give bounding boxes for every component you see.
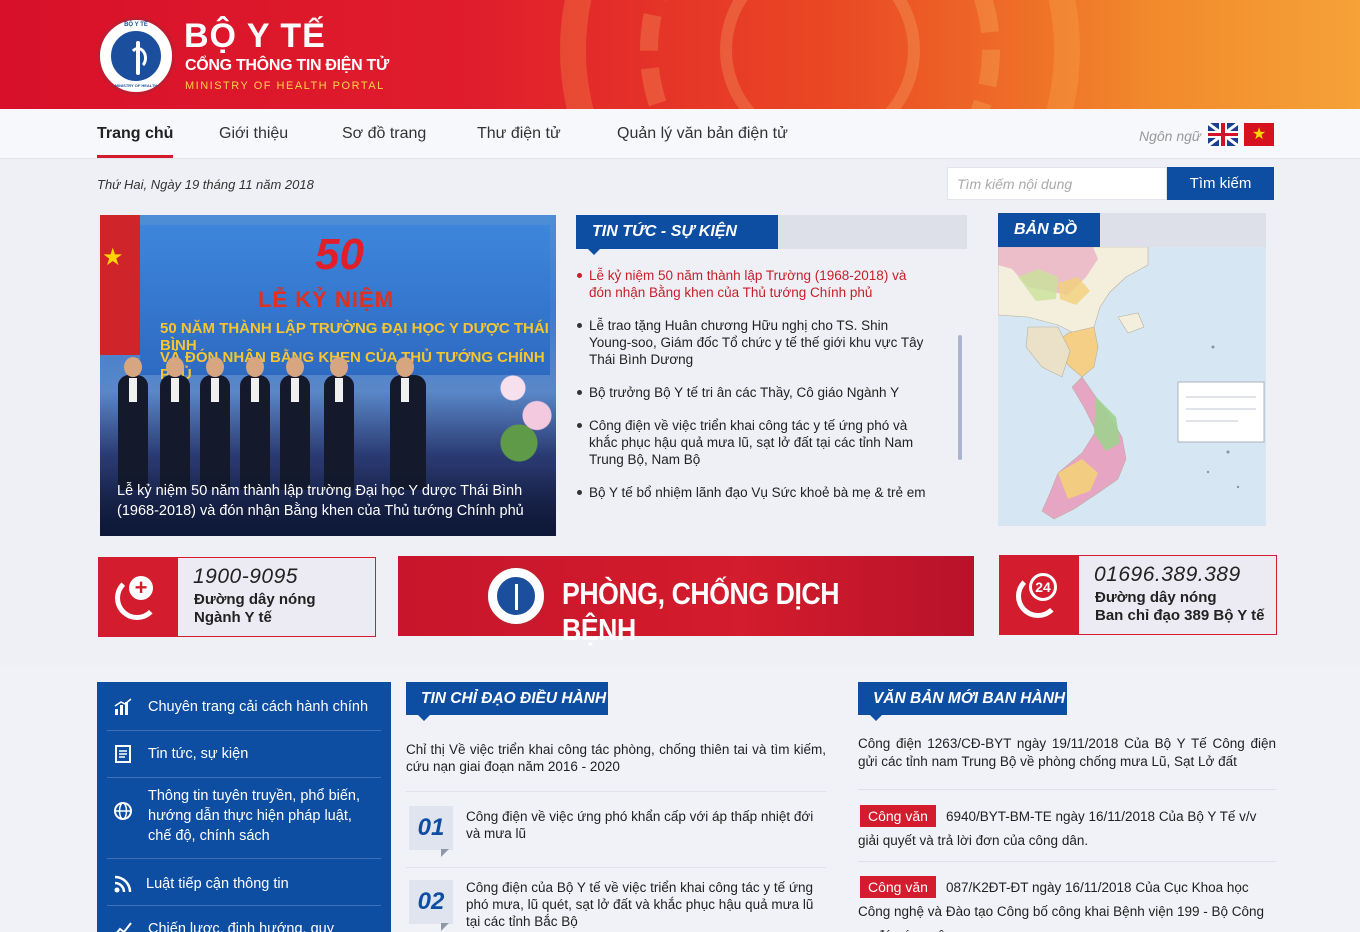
ministry-logo[interactable]: BỘ Y TẾ MINISTRY OF HEALTH — [97, 17, 175, 95]
news-list: Lễ kỷ niệm 50 năm thành lập Trường (1968… — [576, 267, 926, 517]
search-input[interactable] — [947, 167, 1167, 200]
hotline-sublabel: Ngành Y tế — [194, 609, 272, 626]
hotline-number: 01696.389.389 — [1094, 563, 1241, 586]
hotline-number: 1900-9095 — [193, 565, 298, 588]
divider — [858, 789, 1276, 790]
document-item[interactable]: Công văn 6940/BYT-BM-TE ngày 16/11/2018 C… — [858, 805, 1276, 853]
hotline-label: Đường dây nóng — [194, 591, 316, 608]
side-item-label: Luật tiếp cận thông tin — [146, 876, 289, 892]
globe-icon — [113, 801, 133, 821]
side-item-admin-reform[interactable]: Chuyên trang cải cách hành chính — [107, 697, 381, 731]
rss-icon — [113, 874, 133, 894]
news-item[interactable]: Lễ trao tặng Huân chương Hữu nghị cho TS… — [576, 317, 926, 368]
nav-item-sitemap[interactable]: Sơ đồ trang — [342, 125, 426, 143]
directive-lead[interactable]: Chỉ thị Về việc triển khai công tác phòn… — [406, 741, 826, 775]
directive-item[interactable]: Công điện về việc ứng phó khẩn cấp với á… — [466, 808, 818, 842]
chart-icon — [113, 919, 133, 932]
nav-item-email[interactable]: Thư điện tử — [477, 125, 561, 143]
hotline-health-banner[interactable]: + 1900-9095 Đường dây nóng Ngành Y tế — [98, 557, 376, 637]
flower-arrangement — [495, 355, 555, 465]
24h-phone-icon: 24 — [1000, 556, 1079, 634]
language-label: Ngôn ngữ — [1139, 128, 1201, 144]
document-lead[interactable]: Công điện 1263/CĐ-BYT ngày 19/11/2018 Củ… — [858, 735, 1276, 771]
document-item[interactable]: Công văn 087/K2ĐT-ĐT ngày 16/11/2018 Của … — [858, 876, 1276, 932]
national-flag: ★ — [100, 215, 140, 355]
epidemic-banner-text: PHÒNG, CHỐNG DỊCH BỆNH — [562, 576, 840, 647]
news-scrollbar[interactable] — [958, 335, 962, 460]
site-subtitle: CỔNG THÔNG TIN ĐIỆN TỬ — [185, 57, 390, 74]
hotline-389-banner[interactable]: 24 01696.389.389 Đường dây nóng Ban chỉ … — [999, 555, 1277, 635]
side-menu: Chuyên trang cải cách hành chính Tin tức… — [97, 682, 391, 932]
epidemic-prevention-banner[interactable]: PHÒNG, CHỐNG DỊCH BỆNH — [398, 556, 974, 647]
anniversary-logo: 50 — [315, 230, 364, 279]
logo-ring-text: BỘ Y TẾ — [124, 22, 148, 28]
news-item[interactable]: Công điện về việc triển khai công tác y … — [576, 417, 926, 468]
featured-news-image[interactable]: ★ 50 LỄ KỶ NIỆM 50 NĂM THÀNH LẬP TRƯỜNG … — [100, 215, 556, 536]
ministry-logo — [486, 566, 546, 626]
vietnam-map[interactable] — [998, 247, 1266, 526]
featured-caption[interactable]: Lễ kỷ niệm 50 năm thành lập trường Đại h… — [100, 466, 556, 536]
divider — [406, 791, 826, 792]
logo-ring-bottom: MINISTRY OF HEALTH — [114, 83, 158, 88]
directive-number: 01 — [409, 806, 453, 857]
nav-item-about[interactable]: Giới thiệu — [219, 125, 288, 143]
side-item-propaganda[interactable]: Thông tin tuyên truyền, phổ biến, hướng … — [107, 786, 381, 859]
side-item-label: Chiến lược, định hướng, quy — [148, 921, 334, 932]
search-button[interactable]: Tìm kiếm — [1167, 167, 1274, 200]
map-heading[interactable]: BẢN ĐỒ — [998, 213, 1100, 253]
side-item-label: Thông tin tuyên truyền, phổ biến, hướng … — [148, 788, 361, 844]
side-item-info-access-law[interactable]: Luật tiếp cận thông tin — [107, 874, 381, 906]
side-item-label: Chuyên trang cải cách hành chính — [148, 699, 369, 715]
drum-pattern-center — [720, 0, 920, 109]
hotline-label: Đường dây nóng — [1095, 589, 1217, 606]
documents-heading[interactable]: VĂN BẢN MỚI BAN HÀNH — [858, 682, 1067, 721]
uk-flag-icon[interactable] — [1208, 123, 1238, 146]
document-type-badge: Công văn — [860, 876, 936, 898]
map-graphic — [998, 247, 1266, 526]
news-item[interactable]: Bộ Y tế bổ nhiệm lãnh đạo Vụ Sức khoẻ bà… — [576, 484, 926, 501]
site-header: BỘ Y TẾ MINISTRY OF HEALTH BỘ Y TẾ CỔNG … — [0, 0, 1360, 109]
nav-item-documents[interactable]: Quản lý văn bản điện tử — [617, 125, 788, 143]
news-item[interactable]: Lễ kỷ niệm 50 năm thành lập Trường (1968… — [576, 267, 926, 301]
site-english-name: MINISTRY OF HEALTH PORTAL — [185, 80, 385, 92]
backdrop-title: LỄ KỶ NIỆM — [258, 287, 394, 312]
map-panel: BẢN ĐỒ — [998, 213, 1266, 526]
directive-number: 02 — [409, 880, 453, 931]
divider — [858, 861, 1276, 862]
divider — [406, 867, 826, 868]
side-item-label: Tin tức, sự kiện — [148, 746, 249, 762]
side-item-news[interactable]: Tin tức, sự kiện — [107, 744, 381, 778]
document-icon — [113, 744, 133, 764]
bar-chart-icon — [113, 697, 133, 717]
news-heading[interactable]: TIN TỨC - SỰ KIỆN — [576, 215, 778, 255]
news-events-panel: TIN TỨC - SỰ KIỆN Lễ kỷ niệm 50 năm thàn… — [576, 215, 967, 535]
nav-item-home[interactable]: Trang chủ — [97, 125, 174, 158]
current-date: Thứ Hai, Ngày 19 tháng 11 năm 2018 — [97, 177, 314, 192]
document-type-badge: Công văn — [860, 805, 936, 827]
vn-flag-icon[interactable]: ★ — [1244, 123, 1274, 146]
news-item[interactable]: Bộ trưởng Bộ Y tế tri ân các Thầy, Cô gi… — [576, 384, 926, 401]
medical-phone-icon: + — [99, 558, 178, 636]
directive-item[interactable]: Công điện của Bộ Y tế về việc triển khai… — [466, 879, 818, 930]
caduceus-icon — [109, 29, 163, 83]
hotline-sublabel: Ban chỉ đạo 389 Bộ Y tế — [1095, 607, 1265, 624]
directive-heading[interactable]: TIN CHỈ ĐẠO ĐIỀU HÀNH — [406, 682, 608, 721]
side-item-strategy[interactable]: Chiến lược, định hướng, quy — [107, 919, 381, 932]
site-title[interactable]: BỘ Y TẾ — [184, 17, 326, 56]
